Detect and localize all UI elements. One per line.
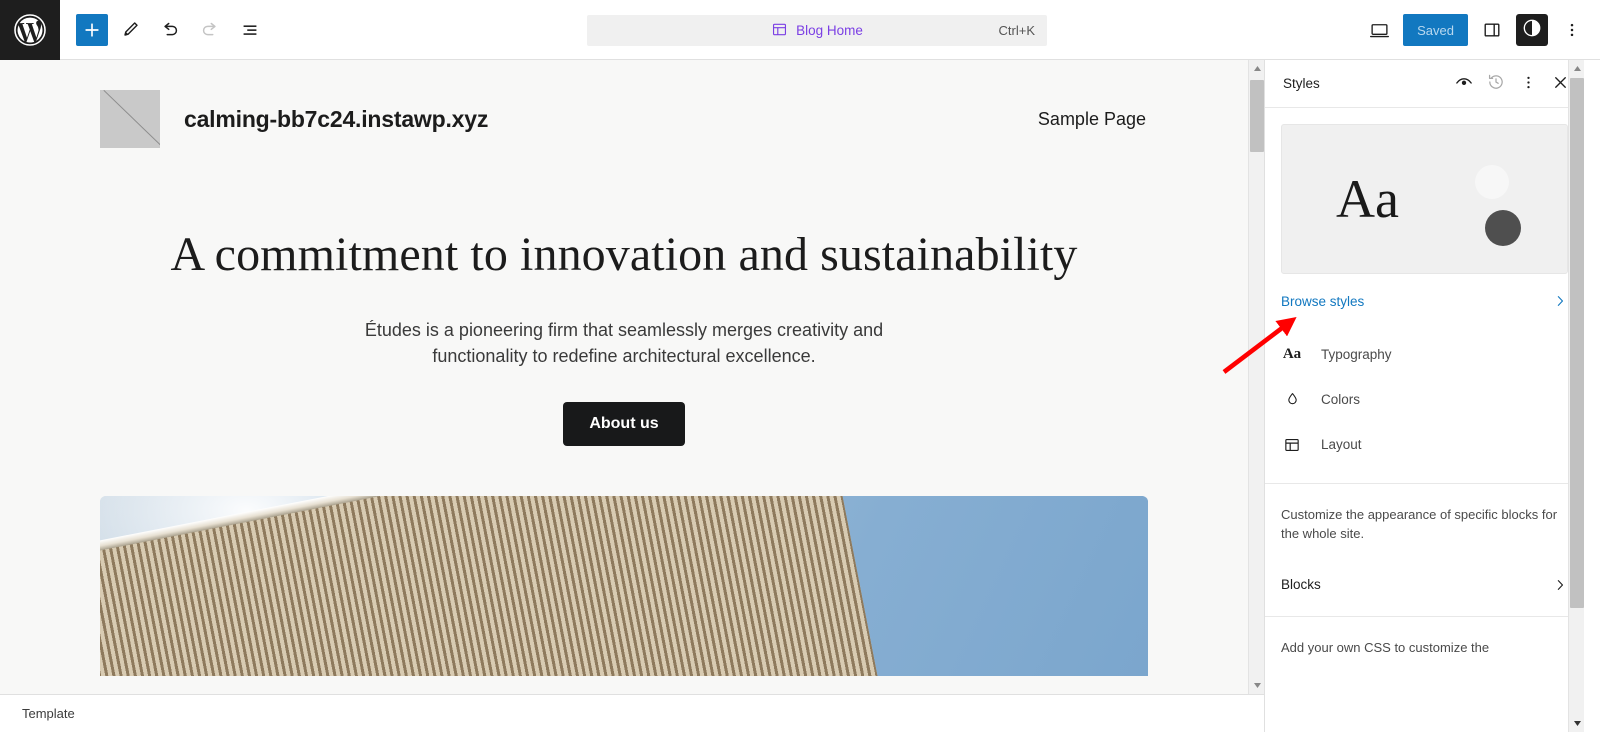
style-book-button[interactable] (1448, 68, 1480, 100)
dark-mode-toggle-button[interactable] (1516, 14, 1548, 46)
hero-section: A commitment to innovation and sustainab… (0, 226, 1248, 446)
editor-canvas[interactable]: calming-bb7c24.instawp.xyz Sample Page A… (0, 60, 1248, 694)
close-icon (1551, 73, 1570, 95)
chevron-right-icon (1552, 577, 1568, 593)
eye-icon (1454, 72, 1474, 95)
redo-icon (199, 19, 221, 41)
desktop-icon (1368, 19, 1391, 42)
document-title-bar[interactable]: Blog Home Ctrl+K (587, 15, 1047, 46)
save-button[interactable]: Saved (1403, 14, 1468, 46)
wordpress-logo-button[interactable] (0, 0, 60, 60)
about-us-button[interactable]: About us (563, 401, 685, 446)
command-shortcut-label: Ctrl+K (998, 23, 1035, 38)
styles-menu-label: Colors (1321, 392, 1361, 407)
document-title: Blog Home (771, 21, 863, 41)
color-droplet-icon (1281, 391, 1303, 408)
styles-menu-item-typography[interactable]: Aa Typography (1281, 332, 1568, 377)
styles-menu: Aa Typography Colors Layout (1265, 328, 1584, 477)
pencil-icon (120, 19, 141, 40)
history-icon (1486, 72, 1506, 95)
styles-panel-title: Styles (1283, 76, 1320, 91)
editor-status-bar: Template (0, 694, 1264, 732)
edit-tool-button[interactable] (112, 12, 148, 48)
kebab-menu-icon (1562, 20, 1582, 40)
blocks-section: Customize the appearance of specific blo… (1265, 484, 1584, 610)
styles-scroll-thumb[interactable] (1570, 78, 1584, 608)
site-header: calming-bb7c24.instawp.xyz Sample Page (0, 60, 1248, 148)
styles-more-options-button[interactable] (1512, 68, 1544, 100)
list-view-button[interactable] (232, 12, 268, 48)
plus-icon (82, 20, 102, 40)
blocks-link-label: Blocks (1281, 577, 1321, 593)
blocks-link-row[interactable]: Blocks (1281, 560, 1568, 610)
list-view-icon (239, 19, 261, 41)
styles-menu-item-layout[interactable]: Layout (1281, 422, 1568, 467)
editor-toolbar: Blog Home Ctrl+K Saved (0, 0, 1600, 60)
wordpress-site-editor: Blog Home Ctrl+K Saved calming-bb7c24.in… (0, 0, 1600, 732)
typography-aa-icon: Aa (1282, 346, 1302, 362)
custom-css-section: Add your own CSS to customize the (1265, 617, 1584, 658)
wordpress-logo-icon (13, 13, 47, 47)
canvas-vertical-scrollbar[interactable] (1248, 60, 1264, 694)
chevron-right-icon (1552, 293, 1568, 309)
preview-color-dark-swatch (1485, 210, 1521, 246)
document-title-text: Blog Home (796, 23, 863, 38)
view-device-button[interactable] (1361, 12, 1397, 48)
toolbar-left-group (60, 12, 268, 48)
styles-panel-scrollbar[interactable] (1568, 60, 1584, 732)
hero-image[interactable] (100, 495, 1148, 676)
blocks-section-description: Customize the appearance of specific blo… (1281, 507, 1558, 541)
site-title[interactable]: calming-bb7c24.instawp.xyz (184, 106, 488, 133)
styles-menu-label: Typography (1321, 347, 1392, 362)
toolbar-right-group: Saved (1361, 0, 1590, 60)
styles-sidebar: Styles Aa Browse styles Aa Typography Co… (1264, 60, 1584, 732)
contrast-circle-icon (1521, 17, 1543, 44)
preview-color-light-swatch (1475, 165, 1509, 199)
browse-styles-row[interactable]: Browse styles (1281, 274, 1568, 328)
settings-sidebar-button[interactable] (1474, 12, 1510, 48)
browse-styles-label: Browse styles (1281, 293, 1365, 309)
hero-paragraph[interactable]: Études is a pioneering firm that seamles… (352, 317, 897, 370)
styles-scroll-down-arrow[interactable] (1569, 715, 1584, 732)
status-bar-label: Template (22, 706, 75, 721)
preview-sample-text: Aa (1336, 169, 1399, 229)
hero-heading[interactable]: A commitment to innovation and sustainab… (160, 226, 1088, 285)
layout-grid-icon (1281, 436, 1303, 454)
site-branding[interactable]: calming-bb7c24.instawp.xyz (100, 90, 488, 148)
redo-button[interactable] (192, 12, 228, 48)
template-icon (771, 21, 788, 41)
revisions-button[interactable] (1480, 68, 1512, 100)
custom-css-description: Add your own CSS to customize the (1281, 639, 1490, 655)
styles-scroll-up-arrow[interactable] (1569, 60, 1584, 77)
sidebar-panel-icon (1481, 19, 1503, 41)
add-block-button[interactable] (76, 13, 108, 46)
nav-item-sample-page[interactable]: Sample Page (1038, 109, 1148, 130)
styles-panel-body: Aa Browse styles Aa Typography Colors La… (1265, 124, 1584, 658)
styles-menu-item-colors[interactable]: Colors (1281, 377, 1568, 422)
kebab-menu-icon (1519, 73, 1538, 95)
more-options-button[interactable] (1554, 12, 1590, 48)
editor-main-region: calming-bb7c24.instawp.xyz Sample Page A… (0, 60, 1600, 732)
site-logo-placeholder-icon[interactable] (100, 90, 160, 148)
styles-panel-header: Styles (1265, 60, 1584, 108)
editor-canvas-wrapper: calming-bb7c24.instawp.xyz Sample Page A… (0, 60, 1264, 694)
styles-menu-label: Layout (1321, 437, 1362, 452)
canvas-scroll-down-arrow[interactable] (1249, 677, 1264, 694)
canvas-scroll-up-arrow[interactable] (1249, 60, 1264, 77)
undo-icon (159, 19, 181, 41)
undo-button[interactable] (152, 12, 188, 48)
canvas-scroll-thumb[interactable] (1250, 80, 1264, 152)
style-variation-preview[interactable]: Aa (1281, 124, 1568, 274)
